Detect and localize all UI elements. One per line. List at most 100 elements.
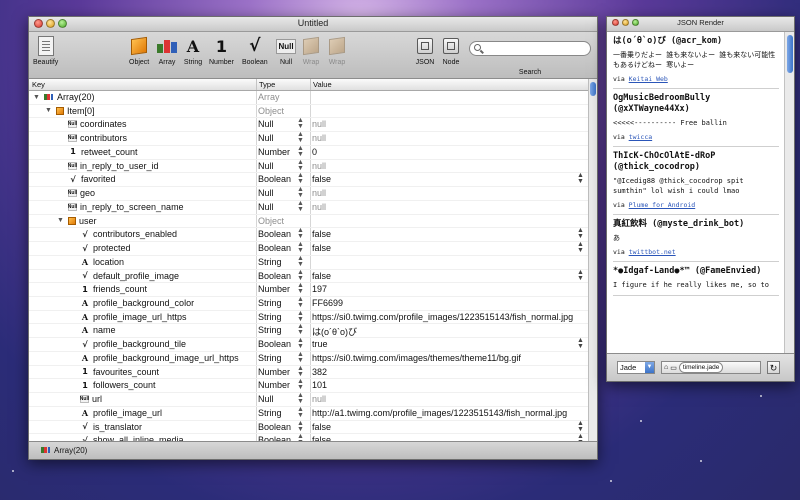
tree-scrollbar[interactable] bbox=[588, 79, 597, 441]
row-key[interactable]: ▼ user bbox=[57, 216, 97, 226]
type-stepper-icon[interactable]: ▲▼ bbox=[297, 255, 304, 268]
row-key[interactable]: Aprofile_image_url_https bbox=[69, 312, 187, 322]
table-row[interactable]: Null contributors Null ▲ ▼ null bbox=[29, 131, 589, 146]
disclosure-triangle-icon[interactable]: ▼ bbox=[33, 94, 41, 101]
row-value[interactable]: FF6699 bbox=[312, 298, 343, 308]
table-row[interactable]: Aname String ▲ ▼ は(o´θ`o)び bbox=[29, 323, 589, 339]
row-key[interactable]: Null coordinates bbox=[57, 119, 127, 129]
row-key[interactable]: Null in_reply_to_screen_name bbox=[57, 202, 184, 212]
table-row[interactable]: 1 friends_count Number ▲ ▼ 197 bbox=[29, 282, 589, 298]
row-value[interactable]: false bbox=[312, 243, 331, 253]
table-row[interactable]: √ protected Boolean ▲ ▼ false ▲ ▼ bbox=[29, 241, 589, 256]
row-value[interactable]: false bbox=[312, 422, 331, 432]
value-dropdown-icon[interactable]: ▲▼ bbox=[577, 227, 584, 240]
type-stepper-icon[interactable]: ▲▼ bbox=[297, 241, 304, 254]
table-row[interactable]: 1 followers_count Number ▲ ▼ 101 bbox=[29, 378, 589, 394]
table-row[interactable]: √ favorited Boolean ▲ ▼ false ▲ ▼ bbox=[29, 172, 589, 188]
table-row[interactable]: 1 retweet_count Number ▲ ▼ 0 bbox=[29, 145, 589, 160]
table-row[interactable]: Null url Null ▲ ▼ null bbox=[29, 392, 589, 407]
table-row[interactable]: ▼ Array(20) Array bbox=[29, 91, 589, 105]
row-value[interactable]: true bbox=[312, 339, 328, 349]
table-row[interactable]: Null in_reply_to_screen_name Null ▲ ▼ null bbox=[29, 200, 589, 215]
string-button[interactable]: A String bbox=[183, 36, 203, 67]
render-scroll-thumb[interactable] bbox=[786, 35, 793, 73]
table-row[interactable]: Null coordinates Null ▲ ▼ null bbox=[29, 117, 589, 133]
type-stepper-icon[interactable]: ▲▼ bbox=[297, 186, 304, 199]
row-value[interactable]: null bbox=[312, 133, 326, 143]
row-key[interactable]: Aprofile_background_color bbox=[69, 298, 194, 308]
row-value[interactable]: http://a1.twimg.com/profile_images/12235… bbox=[312, 408, 567, 418]
table-row[interactable]: 1 favourites_count Number ▲ ▼ 382 bbox=[29, 365, 589, 380]
table-row[interactable]: √ is_translator Boolean ▲ ▼ false ▲ ▼ bbox=[29, 420, 589, 435]
row-key[interactable]: Null geo bbox=[57, 188, 95, 198]
value-dropdown-icon[interactable]: ▲▼ bbox=[577, 433, 584, 441]
row-value[interactable]: は(o´θ`o)び bbox=[312, 325, 357, 338]
row-value[interactable]: null bbox=[312, 394, 326, 404]
table-row[interactable]: Aprofile_image_url String ▲ ▼ http://a1.twim… bbox=[29, 406, 589, 421]
row-value[interactable]: false bbox=[312, 271, 331, 281]
type-stepper-icon[interactable]: ▲▼ bbox=[297, 433, 304, 441]
node-view-button[interactable]: Node bbox=[441, 36, 461, 66]
boolean-button[interactable]: √ Boolean bbox=[242, 36, 268, 66]
render-scrollbar[interactable] bbox=[784, 32, 794, 354]
status-path[interactable]: Array(20) bbox=[54, 446, 87, 455]
table-row[interactable]: √show_all_inline_mediaBoolean▲▼false▲▼ bbox=[29, 433, 589, 441]
type-stepper-icon[interactable]: ▲▼ bbox=[297, 117, 304, 130]
row-value[interactable]: 101 bbox=[312, 380, 327, 390]
row-key[interactable]: Null url bbox=[69, 394, 102, 404]
table-row[interactable]: Null geo Null ▲ ▼ null bbox=[29, 186, 589, 201]
row-key[interactable]: Aprofile_background_image_url_https bbox=[69, 353, 239, 363]
row-key[interactable]: √ profile_background_tile bbox=[69, 339, 186, 349]
json-view-button[interactable]: JSON bbox=[415, 36, 435, 66]
render-titlebar[interactable]: JSON Render bbox=[607, 17, 794, 32]
row-value[interactable]: null bbox=[312, 188, 326, 198]
type-stepper-icon[interactable]: ▲▼ bbox=[297, 296, 304, 309]
row-key[interactable]: √ favorited bbox=[57, 174, 115, 184]
tweet-source-link[interactable]: Plume for Android bbox=[629, 201, 696, 209]
beautify-button[interactable]: Beautify bbox=[33, 36, 58, 66]
object-button[interactable]: Object bbox=[129, 36, 149, 66]
row-value[interactable]: 0 bbox=[312, 147, 317, 157]
row-key[interactable]: √ protected bbox=[69, 243, 130, 253]
table-row[interactable]: Null in_reply_to_user_id Null ▲ ▼ null bbox=[29, 159, 589, 174]
type-stepper-icon[interactable]: ▲▼ bbox=[297, 392, 304, 405]
tree-scroll-thumb[interactable] bbox=[590, 82, 596, 96]
template-engine-select[interactable]: Jade ▼ bbox=[617, 361, 655, 374]
table-row[interactable]: √ contributors_enabled Boolean ▲ ▼ false ▲ ▼ bbox=[29, 227, 589, 243]
table-row[interactable]: Aprofile_background_image_url_https Strin… bbox=[29, 351, 589, 366]
table-row[interactable]: Aprofile_background_color String ▲ ▼ FF6699 bbox=[29, 296, 589, 311]
row-key[interactable]: √ is_translator bbox=[69, 422, 142, 432]
row-type[interactable]: Array bbox=[258, 92, 304, 102]
row-value[interactable]: 382 bbox=[312, 367, 327, 377]
disclosure-triangle-icon[interactable]: ▼ bbox=[57, 217, 65, 224]
main-titlebar[interactable]: Untitled bbox=[29, 17, 597, 32]
value-dropdown-icon[interactable]: ▲▼ bbox=[577, 269, 584, 282]
type-column-header[interactable]: Type bbox=[259, 80, 275, 89]
array-button[interactable]: Array bbox=[157, 36, 177, 66]
template-path-control[interactable]: ⌂ ▭ timeline.jade bbox=[661, 361, 761, 374]
row-type[interactable]: Object bbox=[258, 106, 304, 116]
template-file[interactable]: timeline.jade bbox=[678, 362, 724, 373]
type-stepper-icon[interactable]: ▲▼ bbox=[297, 351, 304, 364]
value-column-header[interactable]: Value bbox=[313, 80, 332, 89]
row-key[interactable]: ▼ Item[0] bbox=[45, 106, 95, 116]
type-stepper-icon[interactable]: ▲▼ bbox=[297, 282, 304, 295]
row-value[interactable]: null bbox=[312, 119, 326, 129]
number-button[interactable]: 1 Number bbox=[209, 36, 234, 67]
type-stepper-icon[interactable]: ▲▼ bbox=[297, 420, 304, 433]
row-value[interactable]: false bbox=[312, 174, 331, 184]
wrap-button-1[interactable]: Wrap bbox=[301, 36, 321, 66]
row-type[interactable]: Object bbox=[258, 216, 304, 226]
row-value[interactable]: null bbox=[312, 161, 326, 171]
row-value[interactable]: null bbox=[312, 202, 326, 212]
row-value[interactable]: false bbox=[312, 229, 331, 239]
type-stepper-icon[interactable]: ▲▼ bbox=[297, 200, 304, 213]
table-row[interactable]: Aprofile_image_url_https String ▲ ▼ https://… bbox=[29, 310, 589, 325]
value-dropdown-icon[interactable]: ▲▼ bbox=[577, 420, 584, 433]
table-row[interactable]: √ profile_background_tile Boolean ▲ ▼ true ▲ ▼ bbox=[29, 337, 589, 352]
wrap-button-2[interactable]: Wrap bbox=[327, 36, 347, 66]
tweet-source-link[interactable]: Keitai Web bbox=[629, 75, 668, 83]
search-field[interactable] bbox=[469, 41, 591, 56]
type-stepper-icon[interactable]: ▲▼ bbox=[297, 406, 304, 419]
disclosure-triangle-icon[interactable]: ▼ bbox=[45, 107, 53, 114]
